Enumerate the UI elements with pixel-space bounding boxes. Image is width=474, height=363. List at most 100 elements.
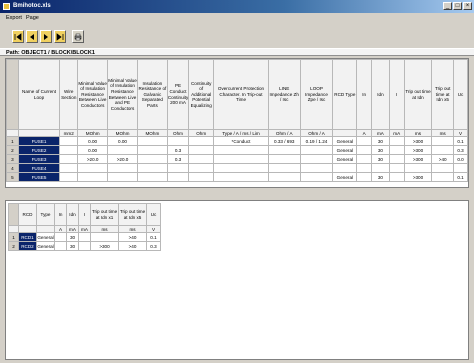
table-cell[interactable]: 0.1 [453, 136, 468, 146]
table-cell[interactable] [78, 232, 91, 242]
table-cell[interactable] [107, 145, 138, 155]
table-cell[interactable] [136, 163, 168, 173]
table-row[interactable]: 3 FUSE3 >20.0 >20.0 0.3 General 30 >300 >40 0.0 [6, 154, 468, 164]
table-cell[interactable] [59, 136, 79, 146]
table-cell[interactable]: 0.1 [453, 172, 468, 182]
table-cell[interactable]: 30 [371, 136, 390, 146]
table-cell[interactable]: 0.1 [146, 232, 161, 242]
first-page-button[interactable] [12, 30, 24, 43]
table-cell[interactable]: >20.0 [107, 154, 138, 164]
table-cell[interactable] [136, 145, 168, 155]
table-cell[interactable]: 0.0 [453, 154, 468, 164]
table-cell[interactable]: >300 [403, 145, 433, 155]
table-cell[interactable]: 0.00 [107, 136, 138, 146]
table-cell[interactable] [59, 163, 79, 173]
table-cell[interactable] [213, 145, 269, 155]
table-cell[interactable]: 0.3 [453, 145, 468, 155]
table-cell[interactable]: General [332, 154, 358, 164]
table-cell[interactable] [356, 172, 373, 182]
table-cell[interactable] [431, 163, 455, 173]
table-cell[interactable]: 0.33 / 693 [267, 136, 301, 146]
table-cell[interactable]: *Conduct [213, 136, 269, 146]
column-header[interactable]: PE Conduct Continuity 200 mA [166, 59, 190, 130]
table-cell[interactable] [166, 172, 190, 182]
table-cell[interactable] [299, 172, 334, 182]
table-cell[interactable]: General [36, 241, 55, 251]
table-cell[interactable]: >300 [90, 241, 119, 251]
table-cell[interactable] [166, 163, 190, 173]
table-cell[interactable] [299, 154, 334, 164]
table-cell[interactable]: >300 [403, 136, 433, 146]
table-cell[interactable] [267, 163, 301, 173]
table-cell[interactable] [136, 136, 168, 146]
print-button[interactable] [72, 30, 84, 43]
table-cell[interactable] [59, 145, 79, 155]
table-cell[interactable]: RCD2 [18, 241, 37, 251]
table-cell[interactable]: >300 [403, 172, 433, 182]
table-cell[interactable]: 30 [371, 145, 390, 155]
table-cell[interactable] [431, 136, 455, 146]
rcd-column-header[interactable]: Trip out time at Idn x5 [118, 203, 147, 226]
column-header[interactable]: Trip out time at Idn [403, 59, 433, 130]
table-cell[interactable]: 0.3 [166, 145, 190, 155]
table-cell[interactable]: 0.3 [166, 154, 190, 164]
row-number[interactable]: 1 [6, 136, 19, 146]
column-header[interactable]: Idn [371, 59, 390, 130]
rcd-column-header[interactable]: Trip out time at Idn x1 [90, 203, 119, 226]
row-number[interactable]: 3 [6, 154, 19, 164]
table-cell[interactable]: 0.3 [146, 241, 161, 251]
table-cell[interactable]: FUSE3 [17, 154, 61, 164]
rcd-column-header[interactable]: RCD [18, 203, 37, 226]
table-cell[interactable] [356, 145, 373, 155]
table-cell[interactable] [136, 172, 168, 182]
table-cell[interactable] [77, 172, 109, 182]
table-cell[interactable] [299, 163, 334, 173]
rcd-column-header[interactable]: In [54, 203, 67, 226]
table-cell[interactable]: General [36, 232, 55, 242]
row-number[interactable]: 1 [8, 232, 19, 242]
table-cell[interactable] [78, 241, 91, 251]
table-cell[interactable]: 0.00 [77, 136, 109, 146]
table-cell[interactable] [431, 145, 455, 155]
last-page-button[interactable] [54, 30, 66, 43]
table-cell[interactable]: General [332, 172, 358, 182]
table-cell[interactable] [136, 154, 168, 164]
column-header[interactable]: Continuity of Additional Potential Equal… [188, 59, 215, 130]
table-cell[interactable] [371, 163, 390, 173]
table-cell[interactable] [356, 154, 373, 164]
column-header[interactable]: I [388, 59, 405, 130]
rcd-column-header[interactable]: Uc [146, 203, 161, 226]
table-cell[interactable] [403, 163, 433, 173]
maximize-button[interactable]: □ [453, 2, 462, 10]
table-cell[interactable]: General [332, 136, 358, 146]
table-cell[interactable] [213, 163, 269, 173]
column-header[interactable]: Name of Current Loop [17, 59, 61, 130]
table-cell[interactable]: FUSE1 [17, 136, 61, 146]
table-cell[interactable] [188, 172, 215, 182]
table-cell[interactable] [188, 145, 215, 155]
table-cell[interactable] [332, 163, 358, 173]
table-cell[interactable] [213, 154, 269, 164]
table-cell[interactable] [188, 154, 215, 164]
table-cell[interactable] [107, 172, 138, 182]
table-cell[interactable]: 30 [371, 172, 390, 182]
table-cell[interactable] [90, 232, 119, 242]
table-cell[interactable]: General [332, 145, 358, 155]
column-header[interactable]: Minimal Value of Insulation Resistance B… [77, 59, 109, 130]
table-cell[interactable]: >20.0 [77, 154, 109, 164]
table-cell[interactable] [453, 163, 468, 173]
close-button[interactable]: × [463, 2, 472, 10]
column-header[interactable]: Wire Section [59, 59, 79, 130]
table-cell[interactable] [107, 163, 138, 173]
table-cell[interactable] [267, 145, 301, 155]
table-cell[interactable]: FUSE4 [17, 163, 61, 173]
table-cell[interactable]: 30 [371, 154, 390, 164]
table-cell[interactable] [431, 172, 455, 182]
table-cell[interactable] [267, 154, 301, 164]
column-header[interactable]: LINE Impedance Zh / Isc [267, 59, 301, 130]
table-cell[interactable] [54, 241, 67, 251]
table-cell[interactable]: RCD1 [18, 232, 37, 242]
table-cell[interactable] [388, 136, 405, 146]
table-cell[interactable]: 30 [66, 232, 79, 242]
row-number[interactable]: 2 [6, 145, 19, 155]
